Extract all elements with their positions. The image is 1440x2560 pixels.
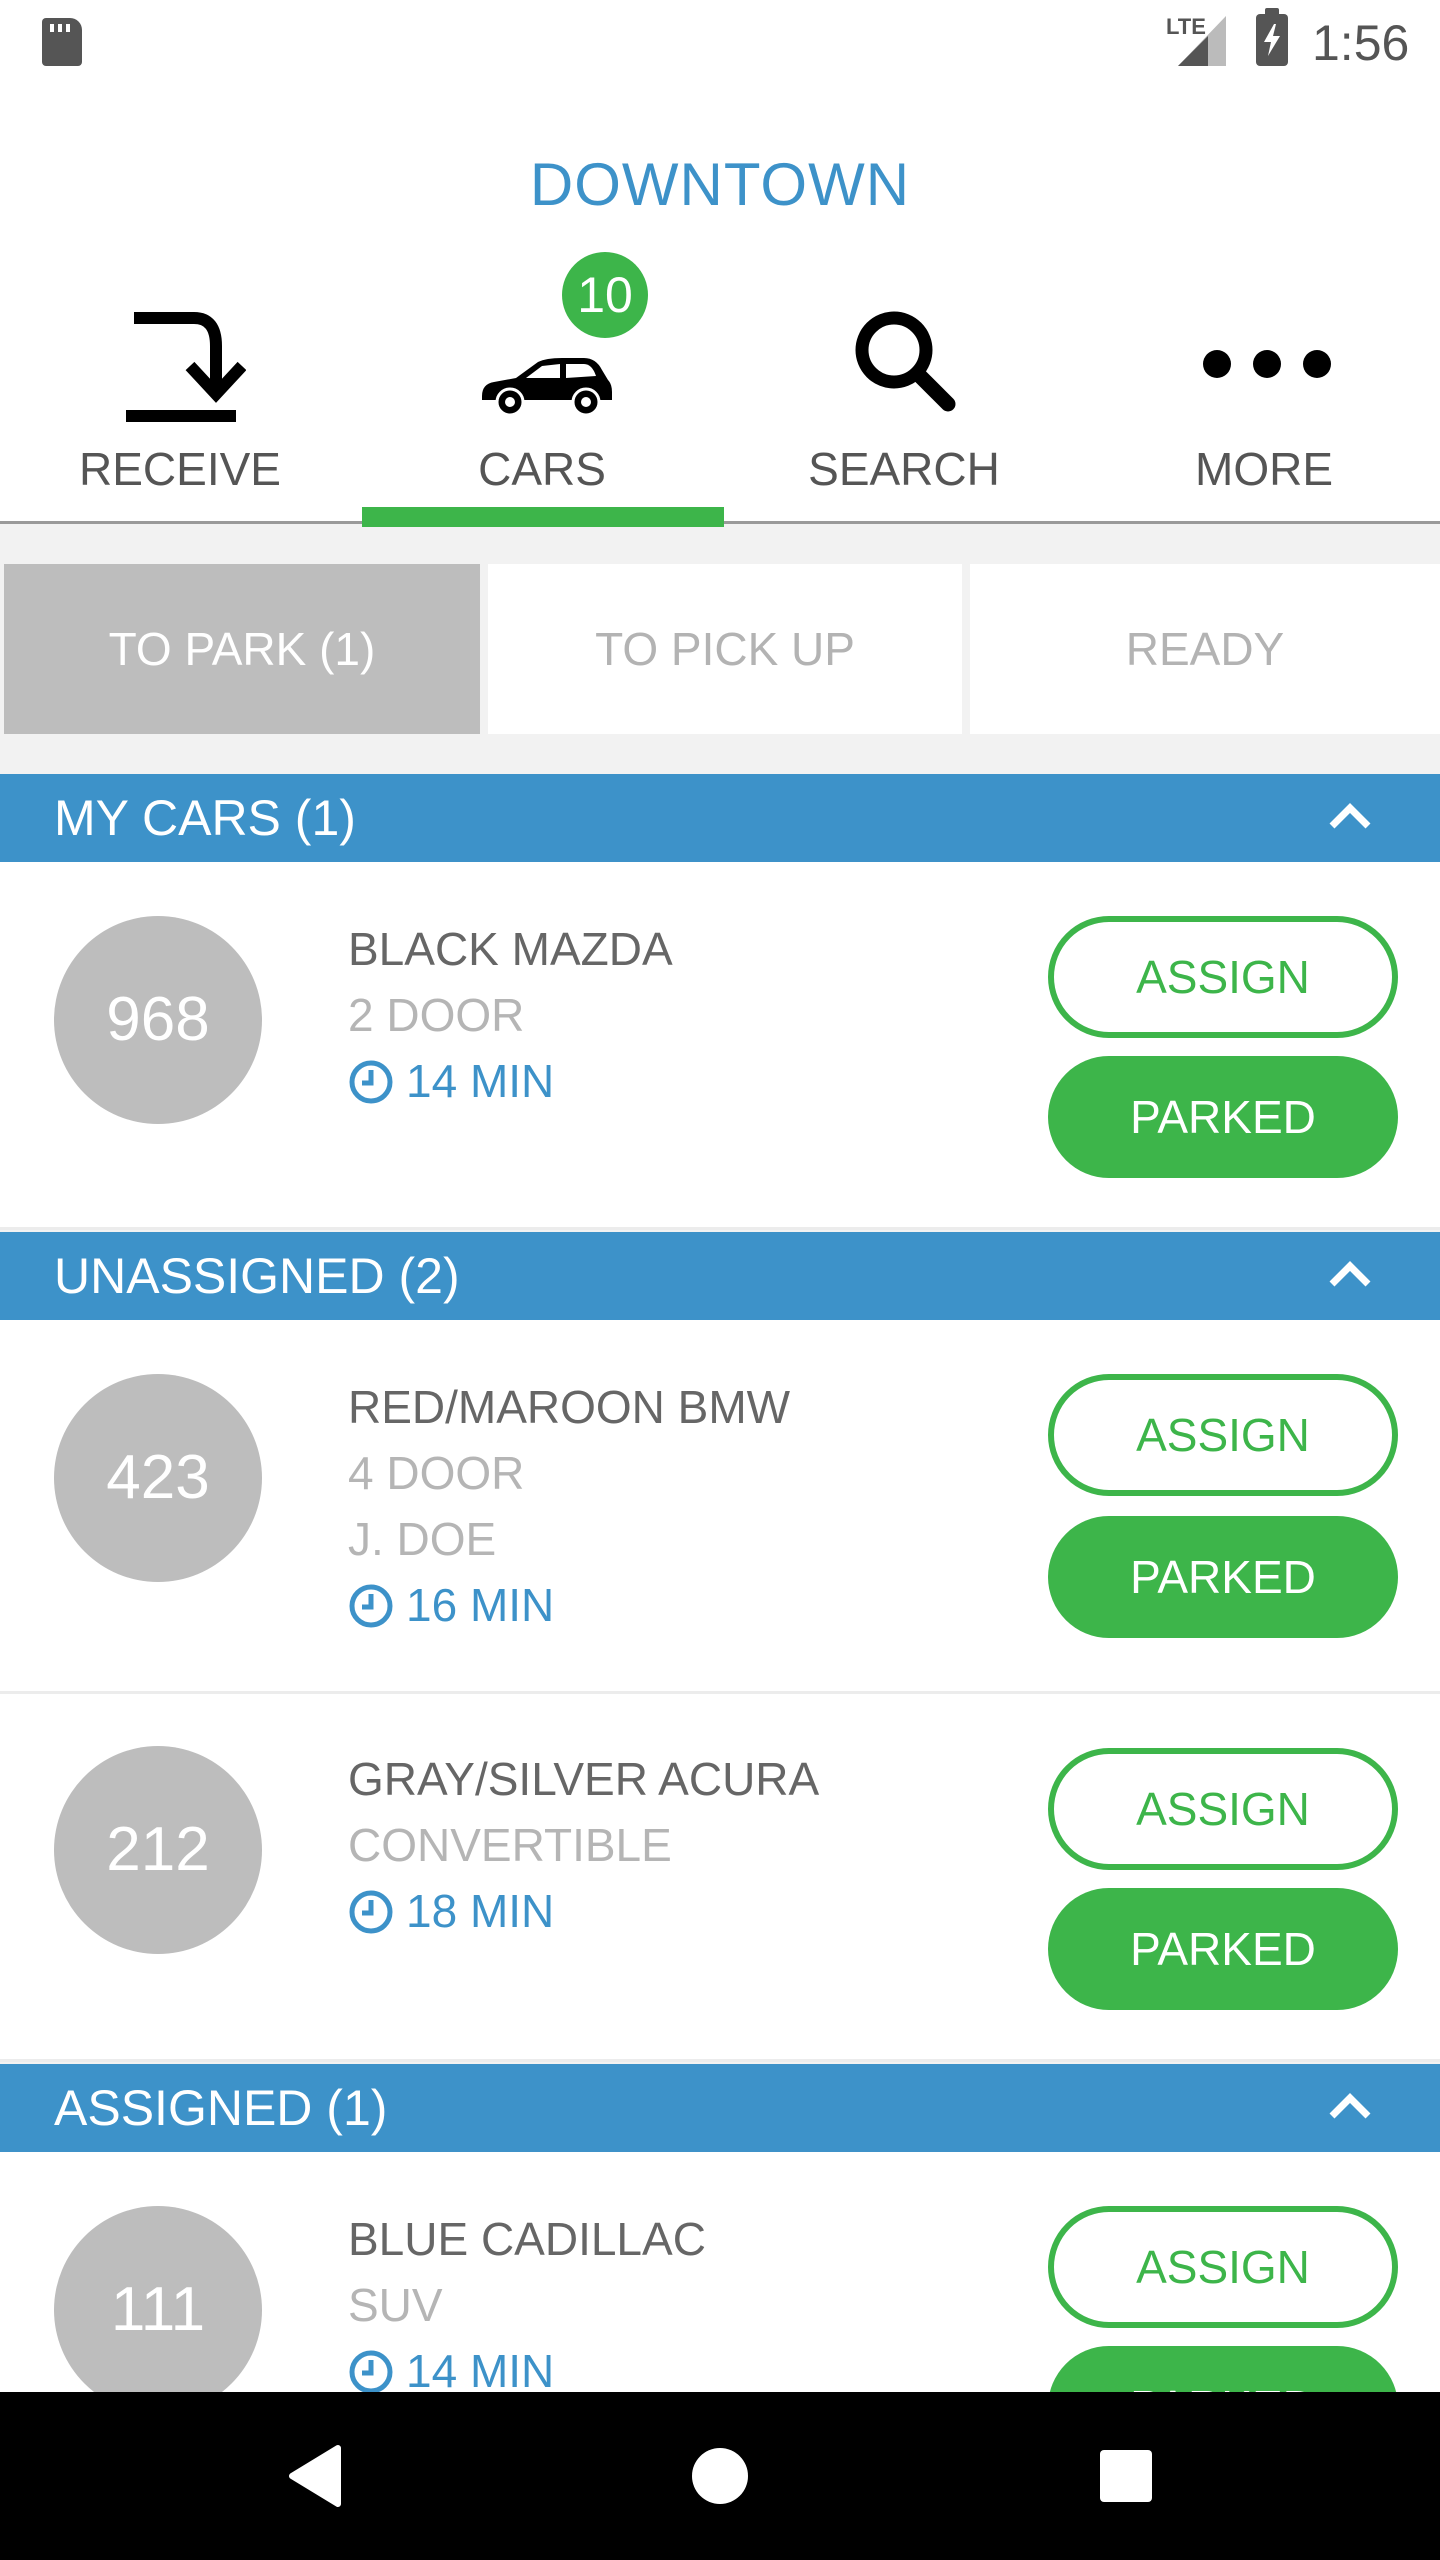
signal-icon — [1178, 16, 1226, 66]
status-time: 1:56 — [1312, 15, 1410, 71]
car-body-type: 4 DOOR — [348, 1447, 525, 1499]
car-description: GRAY/SILVER ACURA — [348, 1753, 820, 1805]
tab-receive-label: RECEIVE — [79, 443, 281, 495]
tab-cars-label: CARS — [478, 443, 606, 495]
section-title: MY CARS (1) — [54, 790, 356, 846]
tab-more-label: MORE — [1195, 443, 1333, 495]
wait-time-text: 14 MIN — [406, 1055, 555, 1107]
active-tab-indicator — [362, 507, 724, 527]
battery-icon — [1256, 8, 1288, 66]
parked-button[interactable]: PARKED — [1048, 1516, 1398, 1638]
status-bar: LTE 1:56 — [0, 0, 1440, 84]
parked-button[interactable]: PARKED — [1048, 1888, 1398, 2010]
car-owner: J. DOE — [348, 1513, 497, 1565]
car-icon — [482, 358, 612, 417]
car-row-212[interactable]: 212 GRAY/SILVER ACURA CONVERTIBLE 18 MIN… — [0, 1694, 1440, 2062]
car-info: BLUE CADILLAC SUV 14 MIN — [348, 2206, 706, 2392]
car-row-111[interactable]: 111 BLUE CADILLAC SUV 14 MIN ASSIGN PARK… — [0, 2152, 1440, 2392]
section-title: ASSIGNED (1) — [54, 2080, 388, 2136]
receive-icon — [126, 312, 246, 422]
ticket-number: 968 — [54, 916, 262, 1124]
tab-receive[interactable]: RECEIVE — [0, 284, 360, 524]
clock-icon — [349, 2350, 393, 2392]
section-header-unassigned[interactable]: UNASSIGNED (2) — [0, 1232, 1440, 1320]
more-dots-icon — [1203, 350, 1331, 378]
back-icon[interactable] — [286, 2444, 346, 2508]
filter-tabs: TO PARK (1) TO PICK UP READY — [0, 564, 1440, 734]
clock-icon — [349, 1060, 393, 1104]
wait-time-text: 16 MIN — [406, 1579, 555, 1631]
filter-ready[interactable]: READY — [970, 564, 1440, 734]
section-header-assigned[interactable]: ASSIGNED (1) — [0, 2064, 1440, 2152]
assign-button[interactable]: ASSIGN — [1048, 2206, 1398, 2328]
car-description: RED/MAROON BMW — [348, 1381, 791, 1433]
section-title: UNASSIGNED (2) — [54, 1248, 460, 1304]
car-row-968[interactable]: 968 BLACK MAZDA 2 DOOR 14 MIN ASSIGN PAR… — [0, 862, 1440, 1230]
car-info: RED/MAROON BMW 4 DOOR J. DOE 16 MIN — [348, 1374, 790, 1638]
car-body-type: 2 DOOR — [348, 989, 525, 1041]
app-header: DOWNTOWN RECEIVE CARS SEARCH MORE 10 — [0, 84, 1440, 527]
car-info: GRAY/SILVER ACURA CONVERTIBLE 18 MIN — [348, 1746, 819, 1944]
chevron-up-icon[interactable] — [1328, 1258, 1372, 1288]
car-body-type: CONVERTIBLE — [348, 1819, 672, 1871]
filter-to-park[interactable]: TO PARK (1) — [4, 564, 480, 734]
parked-button[interactable]: PARKED — [1048, 1056, 1398, 1178]
system-navigation-bar — [0, 2392, 1440, 2560]
filter-to-pick-up[interactable]: TO PICK UP — [488, 564, 962, 734]
recents-icon[interactable] — [1098, 2448, 1154, 2504]
tab-search-label: SEARCH — [808, 443, 1000, 495]
car-wait-time: 14 MIN — [348, 2338, 706, 2392]
tab-search[interactable]: SEARCH — [724, 284, 1084, 524]
assign-button[interactable]: ASSIGN — [1048, 1748, 1398, 1870]
search-icon — [855, 311, 956, 412]
car-description: BLUE CADILLAC — [348, 2213, 706, 2265]
section-header-my-cars[interactable]: MY CARS (1) — [0, 774, 1440, 862]
car-wait-time: 16 MIN — [348, 1572, 790, 1638]
home-icon[interactable] — [690, 2446, 750, 2506]
car-row-423[interactable]: 423 RED/MAROON BMW 4 DOOR J. DOE 16 MIN … — [0, 1320, 1440, 1694]
parked-button[interactable]: PARKED — [1048, 2346, 1398, 2392]
wait-time-text: 14 MIN — [406, 2345, 555, 2392]
tab-more[interactable]: MORE — [1084, 284, 1440, 524]
car-info: BLACK MAZDA 2 DOOR 14 MIN — [348, 916, 673, 1114]
clock-icon — [349, 1890, 393, 1934]
chevron-up-icon[interactable] — [1328, 2090, 1372, 2120]
car-wait-time: 18 MIN — [348, 1878, 819, 1944]
ticket-number: 212 — [54, 1746, 262, 1954]
tab-cars[interactable]: CARS — [362, 284, 724, 527]
car-description: BLACK MAZDA — [348, 923, 673, 975]
sd-card-icon — [42, 18, 82, 66]
clock-icon — [349, 1584, 393, 1628]
cars-count-badge: 10 — [562, 252, 648, 338]
location-title[interactable]: DOWNTOWN — [0, 150, 1440, 219]
assign-button[interactable]: ASSIGN — [1048, 1374, 1398, 1496]
car-wait-time: 14 MIN — [348, 1048, 673, 1114]
ticket-number: 423 — [54, 1374, 262, 1582]
car-body-type: SUV — [348, 2279, 443, 2331]
ticket-number: 111 — [54, 2206, 262, 2392]
chevron-up-icon[interactable] — [1328, 800, 1372, 830]
wait-time-text: 18 MIN — [406, 1885, 555, 1937]
assign-button[interactable]: ASSIGN — [1048, 916, 1398, 1038]
